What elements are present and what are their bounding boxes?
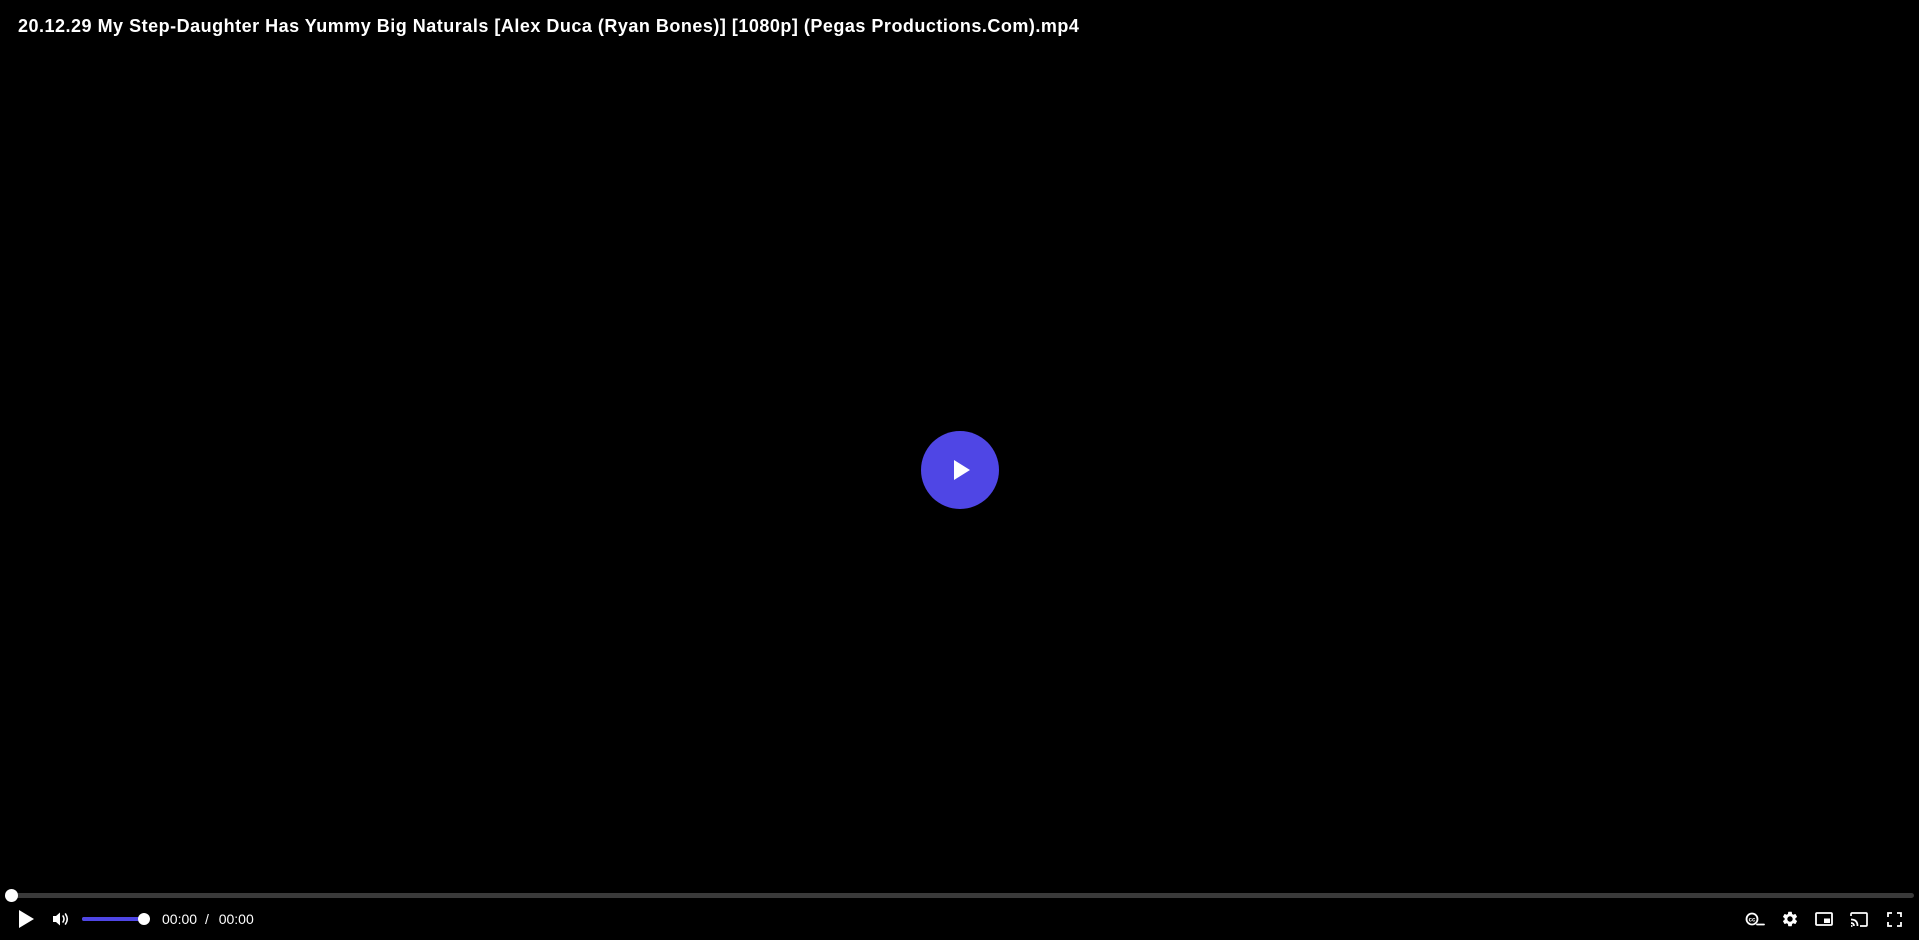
settings-button[interactable] [1775, 904, 1805, 934]
time-separator: / [204, 911, 209, 927]
volume-icon [53, 912, 69, 926]
video-player[interactable]: 20.12.29 My Step-Daughter Has Yummy Big … [0, 0, 1919, 940]
pip-button[interactable] [1809, 904, 1839, 934]
fullscreen-button[interactable] [1879, 904, 1909, 934]
cast-icon [1850, 911, 1868, 927]
current-time: 00:00 / 00:00 [162, 911, 254, 927]
seek-bar-handle[interactable] [5, 889, 18, 902]
control-bar: 00:00 / 00:00 cc [0, 904, 1919, 934]
captions-button[interactable]: cc [1740, 904, 1770, 934]
current-time-value: 00:00 [162, 911, 198, 927]
gear-icon [1782, 911, 1798, 927]
big-play-button[interactable] [921, 431, 999, 509]
volume-slider-handle[interactable] [138, 913, 150, 925]
play-icon [19, 910, 34, 928]
picture-in-picture-icon [1815, 912, 1833, 926]
cast-button[interactable] [1844, 904, 1874, 934]
play-button[interactable] [11, 904, 41, 934]
mute-button[interactable] [46, 904, 76, 934]
video-title: 20.12.29 My Step-Daughter Has Yummy Big … [18, 16, 1080, 36]
svg-text:cc: cc [1749, 918, 1756, 924]
duration-value: 00:00 [218, 911, 254, 927]
play-icon [953, 460, 970, 480]
volume-slider[interactable] [82, 913, 150, 925]
fullscreen-icon [1886, 911, 1902, 927]
volume-slider-fill [82, 917, 144, 921]
seek-bar[interactable] [5, 889, 1914, 902]
captions-icon: cc [1745, 912, 1765, 926]
